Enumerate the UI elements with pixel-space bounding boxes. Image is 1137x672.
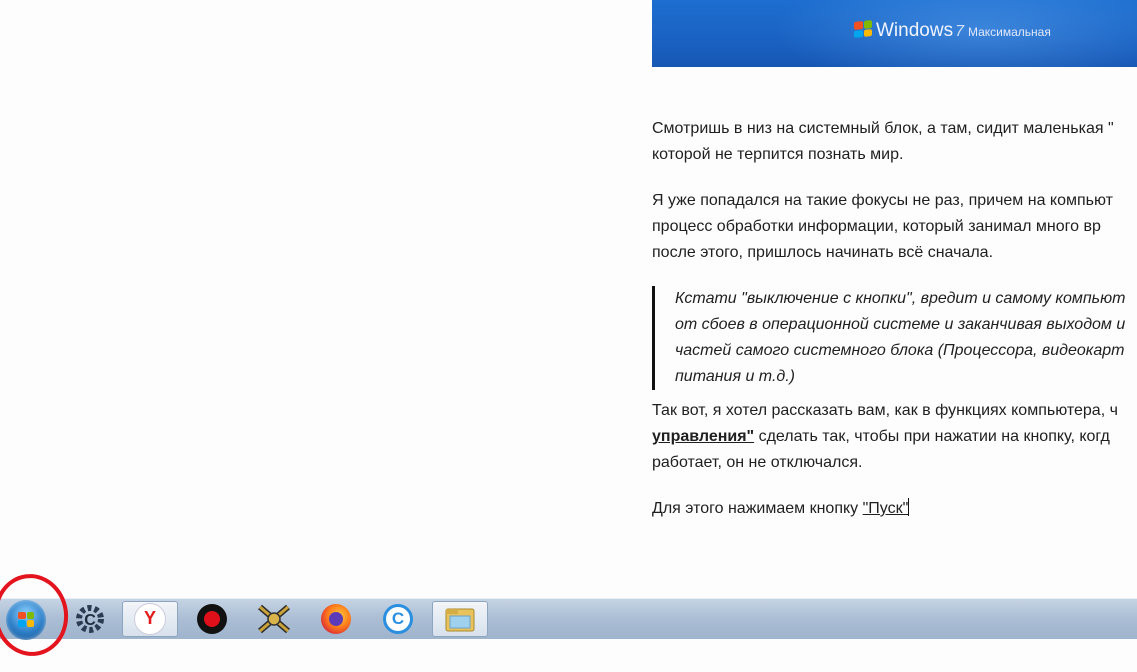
- taskbar-recorder[interactable]: [184, 601, 240, 637]
- windows-brand: Windows 7 Максимальная: [876, 20, 1051, 41]
- ccleaner-icon: C: [76, 605, 104, 633]
- firefox-icon: [321, 604, 351, 634]
- paragraph-2-line-3: после этого, пришлось начинать всё снача…: [652, 244, 994, 261]
- paragraph-2-line-2: процесс обработки информации, который за…: [652, 218, 1101, 235]
- paragraph-4: Для этого нажимаем кнопку "Пуск": [652, 498, 910, 517]
- text-caret: [908, 498, 910, 516]
- windows-logo-icon: [854, 20, 872, 38]
- paragraph-1-line-2: которой не терпится познать мир.: [652, 146, 904, 163]
- yandex-icon: Y: [134, 603, 166, 635]
- c-app-icon: C: [383, 604, 413, 634]
- record-icon: [197, 604, 227, 634]
- article-body: Смотришь в низ на системный блок, а там,…: [652, 116, 1137, 542]
- paragraph-3-line-3: работает, он не отключался.: [652, 454, 863, 471]
- quote-line: Кстати "выключение с кнопки", вредит и с…: [675, 290, 1126, 307]
- paragraph-3-line-2: управления" сделать так, чтобы при нажат…: [652, 428, 1110, 445]
- quote-line: частей самого системного блока (Процессо…: [675, 342, 1125, 359]
- folder-icon: [445, 608, 475, 632]
- taskbar-c-app[interactable]: C: [370, 601, 426, 637]
- start-link[interactable]: "Пуск": [863, 500, 909, 517]
- taskbar-explorer[interactable]: [432, 601, 488, 637]
- paragraph-3: Так вот, я хотел рассказать вам, как в ф…: [652, 402, 1118, 419]
- taskbar-ccleaner[interactable]: C: [62, 601, 118, 637]
- annotation-circle: [0, 569, 74, 661]
- game-launcher-icon: [258, 604, 290, 634]
- quote-line: питания и т.д.): [675, 368, 795, 385]
- control-panel-link[interactable]: управления": [652, 428, 754, 445]
- paragraph-1: Смотришь в низ на системный блок, а там,…: [652, 120, 1114, 137]
- quote-line: от сбоев в операционной системе и заканч…: [675, 316, 1126, 333]
- taskbar-firefox[interactable]: [308, 601, 364, 637]
- blockquote: Кстати "выключение с кнопки", вредит и с…: [652, 286, 1137, 390]
- svg-text:C: C: [84, 612, 96, 629]
- taskbar: C Y C: [0, 598, 1137, 640]
- taskbar-yandex-browser[interactable]: Y: [122, 601, 178, 637]
- paragraph-2: Я уже попадался на такие фокусы не раз, …: [652, 192, 1113, 209]
- windows-banner-image: Windows 7 Максимальная: [652, 0, 1137, 67]
- taskbar-launcher[interactable]: [246, 601, 302, 637]
